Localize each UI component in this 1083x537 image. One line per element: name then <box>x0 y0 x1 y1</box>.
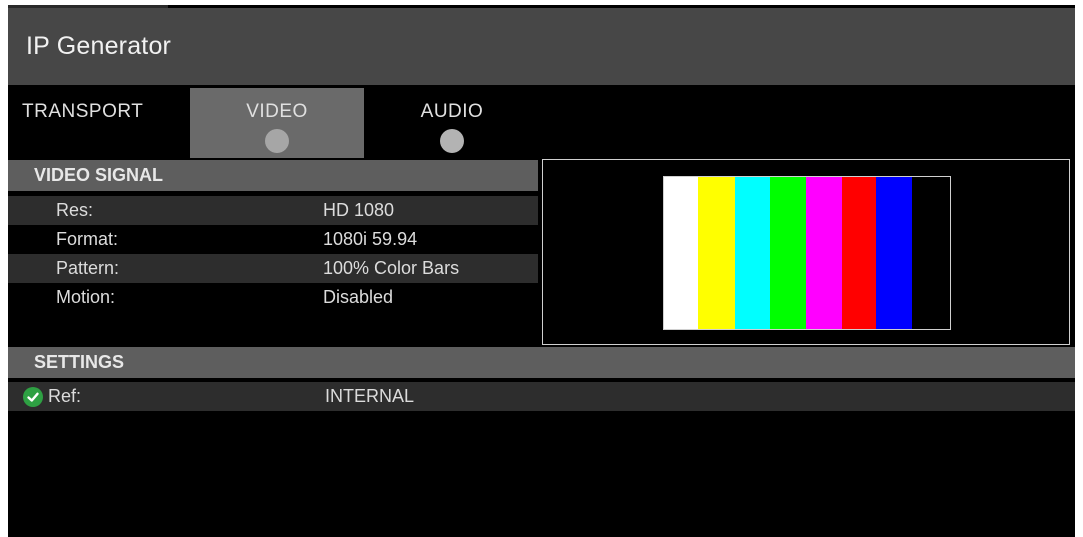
tab-video[interactable]: VIDEO <box>190 88 364 158</box>
res-label: Res: <box>56 200 94 220</box>
res-value: HD 1080 <box>323 200 395 220</box>
settings-header-label: SETTINGS <box>34 352 125 372</box>
window-title: IP Generator <box>26 32 172 60</box>
check-circle-icon <box>23 386 43 407</box>
video-status-indicator-icon <box>265 129 289 153</box>
settings-header: SETTINGS <box>8 347 1075 378</box>
tab-video-label: VIDEO <box>246 101 308 122</box>
ref-value: INTERNAL <box>325 386 415 406</box>
ref-label: Ref: <box>48 386 82 406</box>
generator-screen: IP Generator TRANSPORT VIDEO AUDIO VIDEO… <box>8 5 1075 537</box>
format-label: Format: <box>56 229 119 249</box>
color-bar <box>806 177 842 329</box>
motion-label: Motion: <box>56 287 116 307</box>
tab-audio[interactable]: AUDIO <box>365 88 539 158</box>
tab-bar: TRANSPORT VIDEO AUDIO <box>8 88 1075 158</box>
tab-transport-label: TRANSPORT <box>22 101 144 122</box>
color-bar <box>842 177 876 329</box>
color-bar <box>735 177 770 329</box>
settings-row-ref: Ref: INTERNAL <box>8 382 1075 411</box>
pattern-label: Pattern: <box>56 258 120 278</box>
title-bar: IP Generator <box>8 8 1075 85</box>
color-bar <box>876 177 912 329</box>
pattern-value: 100% Color Bars <box>323 258 460 278</box>
color-bar <box>912 177 950 329</box>
video-signal-header-label: VIDEO SIGNAL <box>34 165 164 185</box>
video-signal-row-pattern: Pattern: 100% Color Bars <box>8 254 538 283</box>
audio-status-indicator-icon <box>440 129 464 153</box>
color-bar <box>664 177 698 329</box>
tab-audio-label: AUDIO <box>420 101 484 122</box>
tab-transport[interactable]: TRANSPORT <box>8 88 182 158</box>
motion-value: Disabled <box>323 287 394 307</box>
color-bar <box>770 177 806 329</box>
video-preview-frame <box>542 159 1070 345</box>
video-signal-row-motion: Motion: Disabled <box>8 283 538 312</box>
color-bars-preview <box>663 176 951 330</box>
color-bar <box>698 177 735 329</box>
video-signal-row-format: Format: 1080i 59.94 <box>8 225 538 254</box>
video-signal-header: VIDEO SIGNAL <box>8 160 538 191</box>
video-signal-row-res: Res: HD 1080 <box>8 196 538 225</box>
format-value: 1080i 59.94 <box>323 229 418 249</box>
